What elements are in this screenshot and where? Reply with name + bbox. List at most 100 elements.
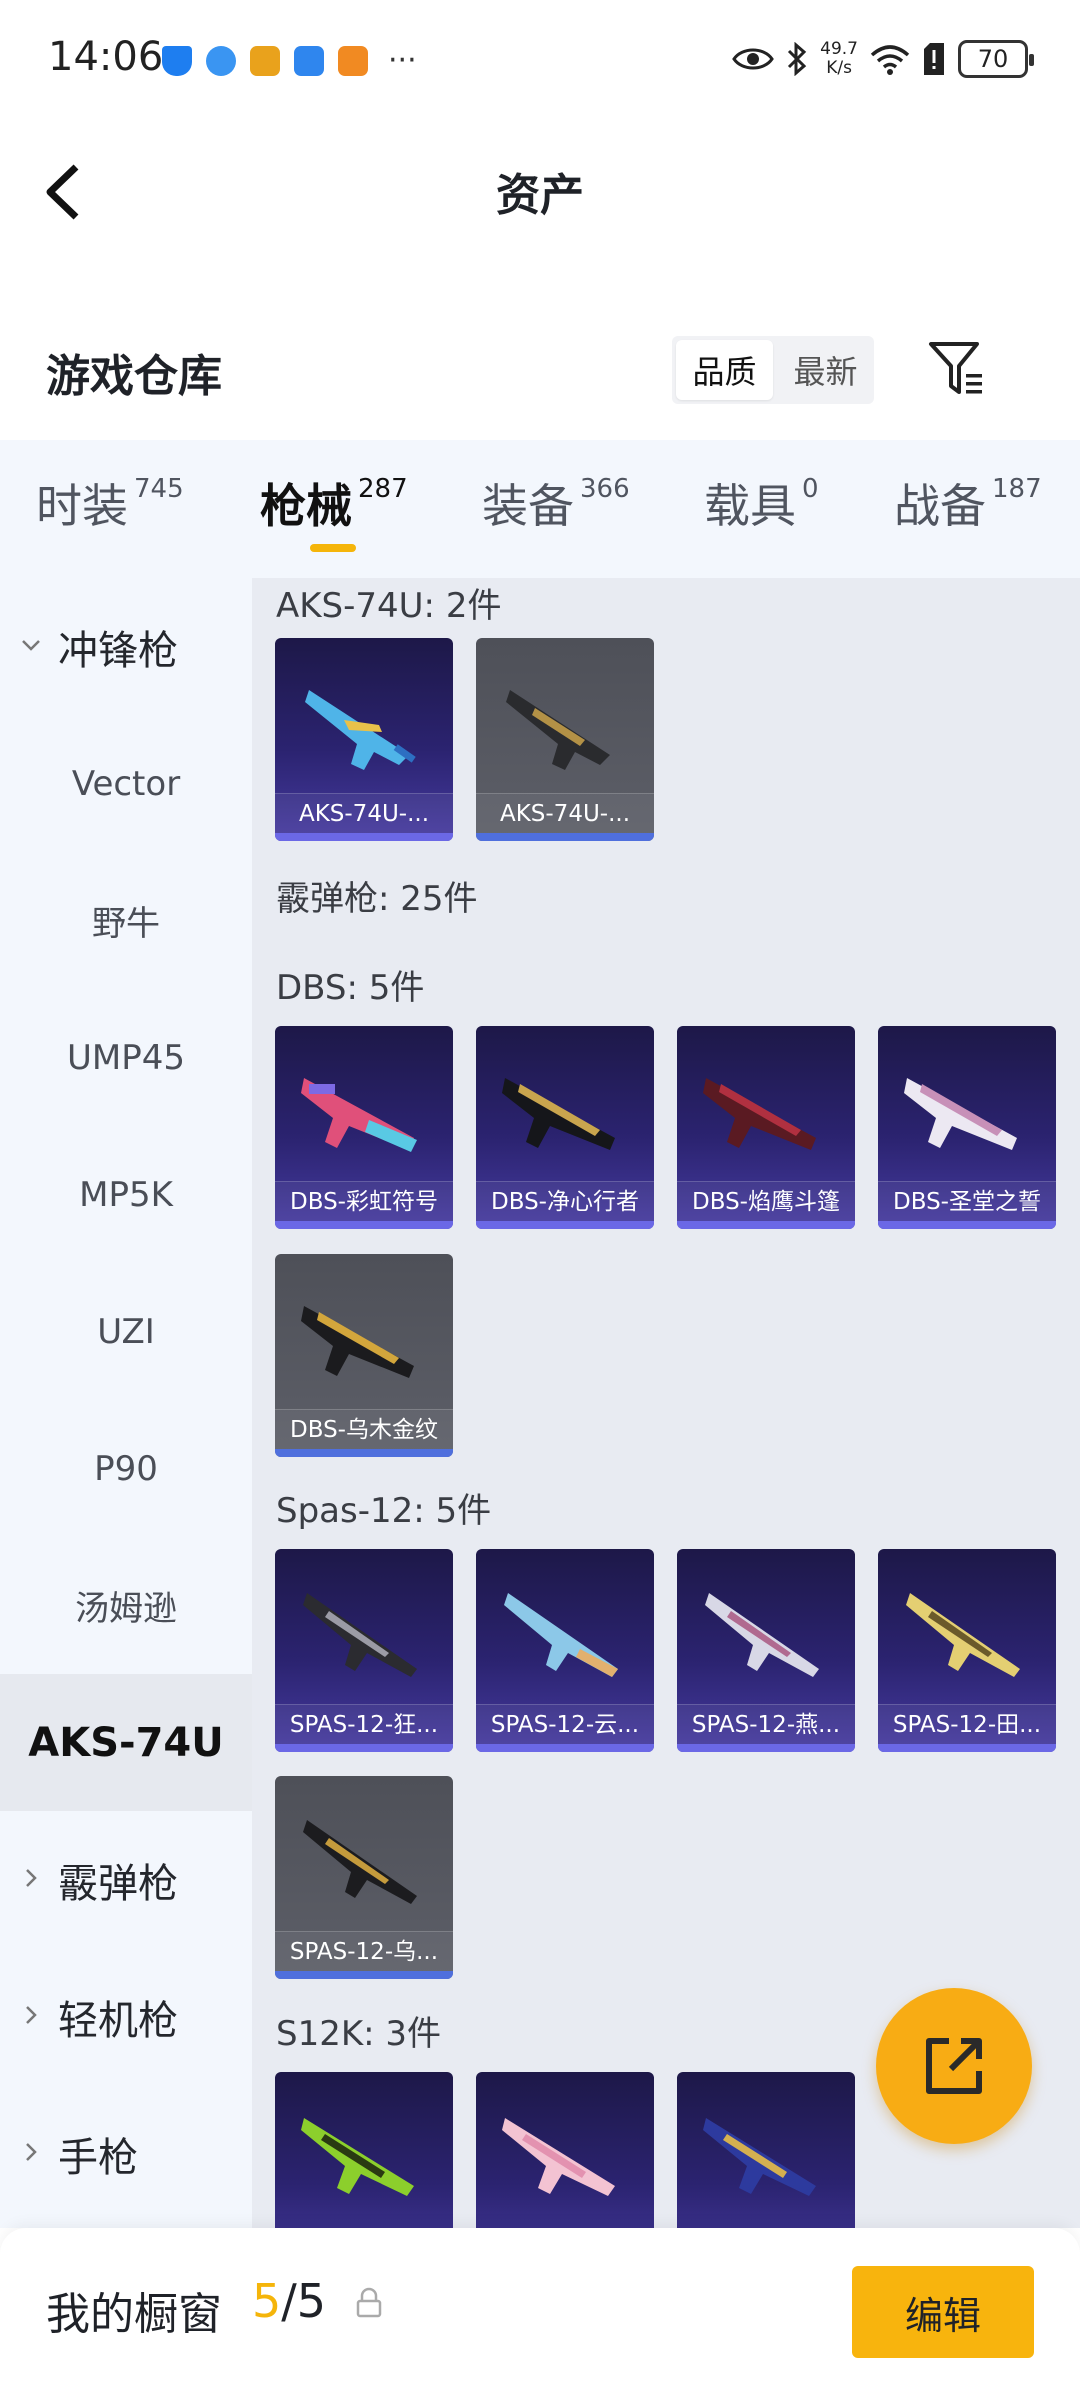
rarity-bar: [275, 1971, 453, 1979]
sidebar-group-label: 冲锋枪: [58, 627, 178, 674]
sort-newest-option[interactable]: 最新: [777, 336, 874, 404]
shotgun-skin-icon: [703, 2118, 816, 2196]
weapon-card[interactable]: SPAS-12-田...: [878, 1549, 1056, 1752]
section-title-shotgun: 霰弹枪: 25件: [276, 879, 478, 919]
item-grid: AKS-74U: 2件 AKS-74U-... AKS-74U-... 霰弹枪:…: [252, 578, 1080, 2228]
tab-firearms[interactable]: 枪械 287: [260, 470, 408, 536]
sidebar-group-label: 霰弹枪: [58, 1860, 178, 1907]
weapon-card-label: DBS-焰鹰斗篷: [677, 1181, 855, 1221]
sidebar-group-smg[interactable]: 冲锋枪: [0, 578, 252, 715]
weapon-card[interactable]: SPAS-12-狂...: [275, 1549, 453, 1752]
eye-icon: [732, 48, 774, 70]
sidebar-item-p90[interactable]: P90: [0, 1400, 252, 1537]
sidebar-item-aks74u[interactable]: AKS-74U: [0, 1674, 252, 1811]
weapon-card[interactable]: SPAS-12-乌...: [275, 1776, 453, 1979]
sort-quality-option[interactable]: 品质: [676, 340, 773, 400]
tab-count: 366: [580, 474, 630, 504]
smg-skin-icon: [506, 690, 610, 770]
rarity-bar: [275, 1449, 453, 1457]
sim-alert-icon: [924, 43, 944, 75]
tab-vehicles[interactable]: 载具 0: [704, 470, 819, 536]
sidebar-item-ump45[interactable]: UMP45: [0, 989, 252, 1126]
smg-skin-icon: [305, 690, 416, 770]
weapon-card[interactable]: [677, 2072, 855, 2228]
network-speed: 49.7 K/s: [820, 39, 858, 78]
lock-icon: [356, 2287, 382, 2318]
category-tabs: 时装 745 枪械 287 装备 366 载具 0 战备 187: [0, 440, 1080, 578]
weapon-card[interactable]: [476, 2072, 654, 2228]
rarity-bar: [878, 1221, 1056, 1229]
shotgun-skin-icon: [303, 1820, 417, 1904]
edit-button[interactable]: 编辑: [852, 2266, 1034, 2358]
weapon-card[interactable]: AKS-74U-...: [275, 638, 453, 841]
weapon-card-label: SPAS-12-乌...: [275, 1931, 453, 1971]
weapon-card[interactable]: DBS-乌木金纹: [275, 1254, 453, 1457]
browser-app-icon: [206, 46, 236, 76]
shotgun-skin-icon: [303, 1593, 417, 1677]
rarity-bar: [275, 1744, 453, 1752]
showcase-bar: 我的橱窗 5/5 编辑: [0, 2228, 1080, 2382]
active-tab-indicator: [310, 544, 356, 552]
sidebar-item-bizon[interactable]: 野牛: [0, 852, 252, 989]
sidebar-item-uzi[interactable]: UZI: [0, 1263, 252, 1400]
sidebar-item-thompson[interactable]: 汤姆逊: [0, 1537, 252, 1674]
bluetooth-icon: [788, 42, 807, 76]
external-link-icon: [926, 2038, 982, 2094]
weapon-card[interactable]: [275, 2072, 453, 2228]
section-title-dbs: DBS: 5件: [276, 968, 425, 1008]
weapon-card[interactable]: AKS-74U-...: [476, 638, 654, 841]
share-button[interactable]: [876, 1988, 1032, 2144]
tab-equipment[interactable]: 装备 366: [482, 470, 630, 536]
shotgun-skin-icon: [906, 1593, 1020, 1677]
warehouse-title: 游戏仓库: [46, 351, 222, 402]
sidebar-item-mp5k[interactable]: MP5K: [0, 1126, 252, 1263]
rarity-bar: [476, 1221, 654, 1229]
battery-indicator: 70: [958, 40, 1034, 78]
section-title-aks74u: AKS-74U: 2件: [276, 586, 502, 626]
tab-count: 187: [992, 474, 1042, 504]
tab-supplies[interactable]: 战备 187: [894, 470, 1042, 536]
rarity-bar: [275, 1221, 453, 1229]
weapon-card-label: DBS-圣堂之誓: [878, 1181, 1056, 1221]
shotgun-skin-icon: [301, 1306, 414, 1378]
filter-button[interactable]: [926, 336, 990, 400]
weapon-card[interactable]: DBS-彩虹符号: [275, 1026, 453, 1229]
shotgun-skin-icon: [904, 1078, 1017, 1150]
shield-app-icon: [162, 46, 192, 76]
shotgun-skin-icon: [502, 2118, 615, 2196]
shotgun-skin-icon: [705, 1593, 819, 1677]
chevron-right-icon: [26, 1869, 37, 1887]
weapon-card-label: SPAS-12-田...: [878, 1704, 1056, 1744]
weapon-card[interactable]: DBS-净心行者: [476, 1026, 654, 1229]
showcase-count: 5/5: [252, 2274, 327, 2328]
sidebar-group-shotgun[interactable]: 霰弹枪: [0, 1811, 252, 1948]
sidebar: 冲锋枪 Vector 野牛 UMP45 MP5K UZI P90 汤姆逊 AKS…: [0, 578, 252, 2228]
weapon-card[interactable]: DBS-圣堂之誓: [878, 1026, 1056, 1229]
more-notifications-icon: ···: [388, 43, 417, 78]
weapon-card[interactable]: SPAS-12-云...: [476, 1549, 654, 1752]
weapon-card[interactable]: SPAS-12-燕...: [677, 1549, 855, 1752]
sidebar-item-vector[interactable]: Vector: [0, 715, 252, 852]
tab-fashion[interactable]: 时装 745: [36, 470, 184, 536]
sidebar-group-label: 手枪: [58, 2134, 138, 2181]
weapon-card-label: SPAS-12-狂...: [275, 1704, 453, 1744]
shotgun-skin-icon: [502, 1078, 615, 1150]
notification-icons: ···: [162, 46, 417, 76]
rarity-bar: [677, 1221, 855, 1229]
status-bar: 14:06 ··· 49.7 K/s 70: [0, 0, 1080, 125]
status-time: 14:06: [48, 34, 164, 80]
sort-toggle: 品质 最新: [672, 336, 874, 404]
shotgun-skin-icon: [301, 1078, 417, 1152]
shotgun-skin-icon: [703, 1078, 816, 1150]
bluetooth-app-icon: [294, 46, 324, 76]
weapon-card-label: DBS-净心行者: [476, 1181, 654, 1221]
weapon-card-label: DBS-乌木金纹: [275, 1409, 453, 1449]
section-title-s12k: S12K: 3件: [276, 2014, 442, 2054]
sidebar-group-pistol[interactable]: 手枪: [0, 2085, 252, 2222]
weapon-card-label: SPAS-12-云...: [476, 1704, 654, 1744]
rarity-bar: [878, 1744, 1056, 1752]
sidebar-group-lmg[interactable]: 轻机枪: [0, 1948, 252, 2085]
filter-icon: [929, 342, 982, 394]
weapon-card-label: DBS-彩虹符号: [275, 1181, 453, 1221]
weapon-card[interactable]: DBS-焰鹰斗篷: [677, 1026, 855, 1229]
